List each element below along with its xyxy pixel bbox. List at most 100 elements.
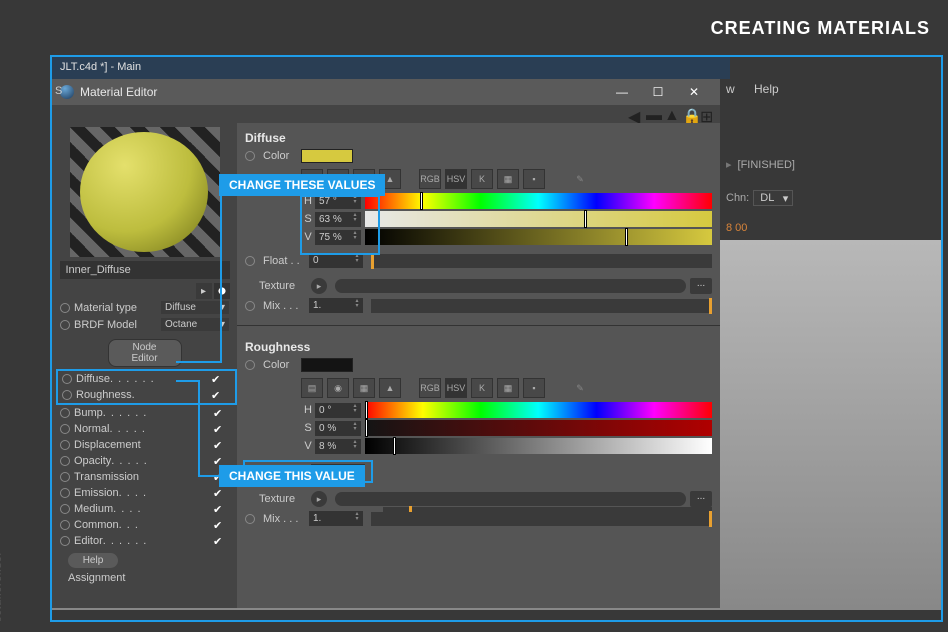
roughness-h-slider[interactable] xyxy=(365,402,712,418)
radio-icon[interactable] xyxy=(60,303,70,313)
chn-row: Chn: DL▾ xyxy=(726,190,793,206)
callout-line-bottom xyxy=(198,380,200,475)
channel-normal[interactable]: Normal . . . . .✔ xyxy=(58,421,237,437)
channel-editor[interactable]: Editor . . . . . .✔ xyxy=(58,533,237,549)
menu-w[interactable]: w xyxy=(726,82,735,96)
channel-common[interactable]: Common . . .✔ xyxy=(58,517,237,533)
channel-medium[interactable]: Medium . . . .✔ xyxy=(58,501,237,517)
channel-list: Diffuse . . . . . . ✔ Roughness . ✔ Bump… xyxy=(52,369,237,549)
material-type-dropdown[interactable]: Diffuse▾ xyxy=(161,301,229,314)
preview-sphere xyxy=(80,132,208,252)
left-panel: Inner_Diffuse ▸ Material type Diffuse▾ B… xyxy=(52,123,237,608)
roughness-mix-slider[interactable] xyxy=(371,512,712,526)
diffuse-s-row: S 63 %▴▾ xyxy=(301,211,712,227)
check-icon[interactable]: ✔ xyxy=(211,389,223,401)
diffuse-s-slider[interactable] xyxy=(365,211,712,227)
material-type-row: Material type Diffuse▾ xyxy=(52,299,237,316)
diffuse-texture-field[interactable] xyxy=(335,279,686,293)
roughness-title: Roughness xyxy=(245,340,712,354)
nav-back-icon[interactable]: ◀ xyxy=(628,107,642,121)
diffuse-float-input[interactable]: 0▴▾ xyxy=(309,253,363,268)
diffuse-v-slider[interactable] xyxy=(365,229,712,245)
material-name-input[interactable]: Inner_Diffuse xyxy=(60,261,230,279)
roughness-texture-field[interactable] xyxy=(335,492,686,506)
picture-icon[interactable]: ▲ xyxy=(379,378,401,398)
lock-icon[interactable]: 🔒 xyxy=(682,107,696,121)
roughness-mix-input[interactable]: 1.▴▾ xyxy=(309,511,363,526)
menu-icon[interactable]: ⊞ xyxy=(700,107,714,121)
minimize-button[interactable]: — xyxy=(604,79,640,105)
mixer-icon[interactable]: ▪ xyxy=(523,169,545,189)
radio-icon[interactable] xyxy=(62,374,72,384)
mixer-icon[interactable]: ▪ xyxy=(523,378,545,398)
brdf-dropdown[interactable]: Octane▾ xyxy=(161,318,229,331)
roughness-hsv: H 0 °▴▾ S 0 %▴▾ V 8 %▴▾ xyxy=(301,402,712,454)
roughness-h-input[interactable]: 0 °▴▾ xyxy=(315,403,361,418)
diffuse-float-slider[interactable] xyxy=(371,254,712,268)
diffuse-s-input[interactable]: 63 %▴▾ xyxy=(315,212,361,227)
eyedropper-icon[interactable]: ✎ xyxy=(569,378,591,398)
rgb-mode[interactable]: RGB xyxy=(419,169,441,189)
diffuse-v-row: V 75 %▴▾ xyxy=(301,229,712,245)
hsv-mode[interactable]: HSV xyxy=(445,169,467,189)
hsv-mode[interactable]: HSV xyxy=(445,378,467,398)
slider-icon[interactable]: ▤ xyxy=(301,378,323,398)
material-preview[interactable] xyxy=(70,127,220,257)
wheel-icon[interactable]: ◉ xyxy=(327,378,349,398)
check-icon[interactable]: ✔ xyxy=(211,373,223,385)
editor-titlebar: Material Editor — ☐ ✕ xyxy=(52,79,720,105)
roughness-color-row: Color xyxy=(245,356,712,374)
menu-help[interactable]: Help xyxy=(754,82,779,96)
nav-up-icon[interactable]: ▲ xyxy=(664,107,678,121)
diffuse-h-slider[interactable] xyxy=(365,193,712,209)
roughness-s-input[interactable]: 0 %▴▾ xyxy=(315,421,361,436)
channel-emission[interactable]: Emission. . . .✔ xyxy=(58,485,237,501)
chn-dropdown[interactable]: DL▾ xyxy=(753,190,793,206)
radio-icon[interactable] xyxy=(60,320,70,330)
texture-play-icon[interactable]: ▸ xyxy=(311,491,327,507)
k-mode[interactable]: K xyxy=(471,378,493,398)
diffuse-mix-slider[interactable] xyxy=(371,299,712,313)
nav-fwd-icon[interactable]: ▬ xyxy=(646,107,660,121)
channel-bump[interactable]: Bump . . . . . .✔ xyxy=(58,405,237,421)
k-mode[interactable]: K xyxy=(471,169,493,189)
diffuse-mix-input[interactable]: 1.▴▾ xyxy=(309,298,363,313)
channel-transmission[interactable]: Transmission✔ xyxy=(58,469,237,485)
channel-opacity[interactable]: Opacity. . . . .✔ xyxy=(58,453,237,469)
callout-line-top xyxy=(220,196,222,361)
diffuse-section: Diffuse Color ▤ ◉ ▦ ▲ RGB HSV K ▦ ▪ ✎ H … xyxy=(237,123,720,319)
diffuse-color-swatch[interactable] xyxy=(301,149,353,163)
roughness-color-swatch[interactable] xyxy=(301,358,353,372)
editor-toolbar: ◀ ▬ ▲ 🔒 ⊞ xyxy=(52,105,720,123)
channel-roughness[interactable]: Roughness . ✔ xyxy=(60,387,235,403)
document-titlebar: JLT.c4d *] - Main xyxy=(52,57,730,79)
roughness-v-input[interactable]: 8 %▴▾ xyxy=(315,439,361,454)
swatches-icon[interactable]: ▦ xyxy=(497,169,519,189)
channel-diffuse[interactable]: Diffuse . . . . . . ✔ xyxy=(60,371,235,387)
eyedropper-icon[interactable]: ✎ xyxy=(569,169,591,189)
rgb-mode[interactable]: RGB xyxy=(419,378,441,398)
spectrum-icon[interactable]: ▦ xyxy=(353,378,375,398)
diffuse-title: Diffuse xyxy=(245,131,712,145)
node-editor-button[interactable]: Node Editor xyxy=(108,339,182,367)
texture-browse-button[interactable]: ... xyxy=(690,278,712,294)
roughness-v-slider[interactable] xyxy=(365,438,712,454)
roughness-color-icons: ▤ ◉ ▦ ▲ RGB HSV K ▦ ▪ ✎ xyxy=(301,378,712,398)
radio-icon[interactable] xyxy=(62,390,72,400)
callout-top: CHANGE THESE VALUES xyxy=(219,174,385,196)
help-button[interactable]: Help xyxy=(68,553,118,568)
texture-browse-button[interactable]: ... xyxy=(690,491,712,507)
assignment-label[interactable]: Assignment xyxy=(68,572,237,584)
roughness-mix-row: Mix . . . 1.▴▾ xyxy=(245,509,712,528)
app-menubar: w Help xyxy=(726,82,795,96)
swatches-icon[interactable]: ▦ xyxy=(497,378,519,398)
diffuse-mix-row: Mix . . . 1.▴▾ xyxy=(245,296,712,315)
maximize-button[interactable]: ☐ xyxy=(640,79,676,105)
roughness-section: Roughness Color ▤ ◉ ▦ ▲ RGB HSV K ▦ ▪ ✎ … xyxy=(237,332,720,532)
roughness-s-slider[interactable] xyxy=(365,420,712,436)
close-button[interactable]: ✕ xyxy=(676,79,712,105)
channel-displacement[interactable]: Displacement✔ xyxy=(58,437,237,453)
texture-play-icon[interactable]: ▸ xyxy=(311,278,327,294)
diffuse-v-input[interactable]: 75 %▴▾ xyxy=(315,230,361,245)
prev-material-button[interactable]: ▸ xyxy=(196,283,212,299)
